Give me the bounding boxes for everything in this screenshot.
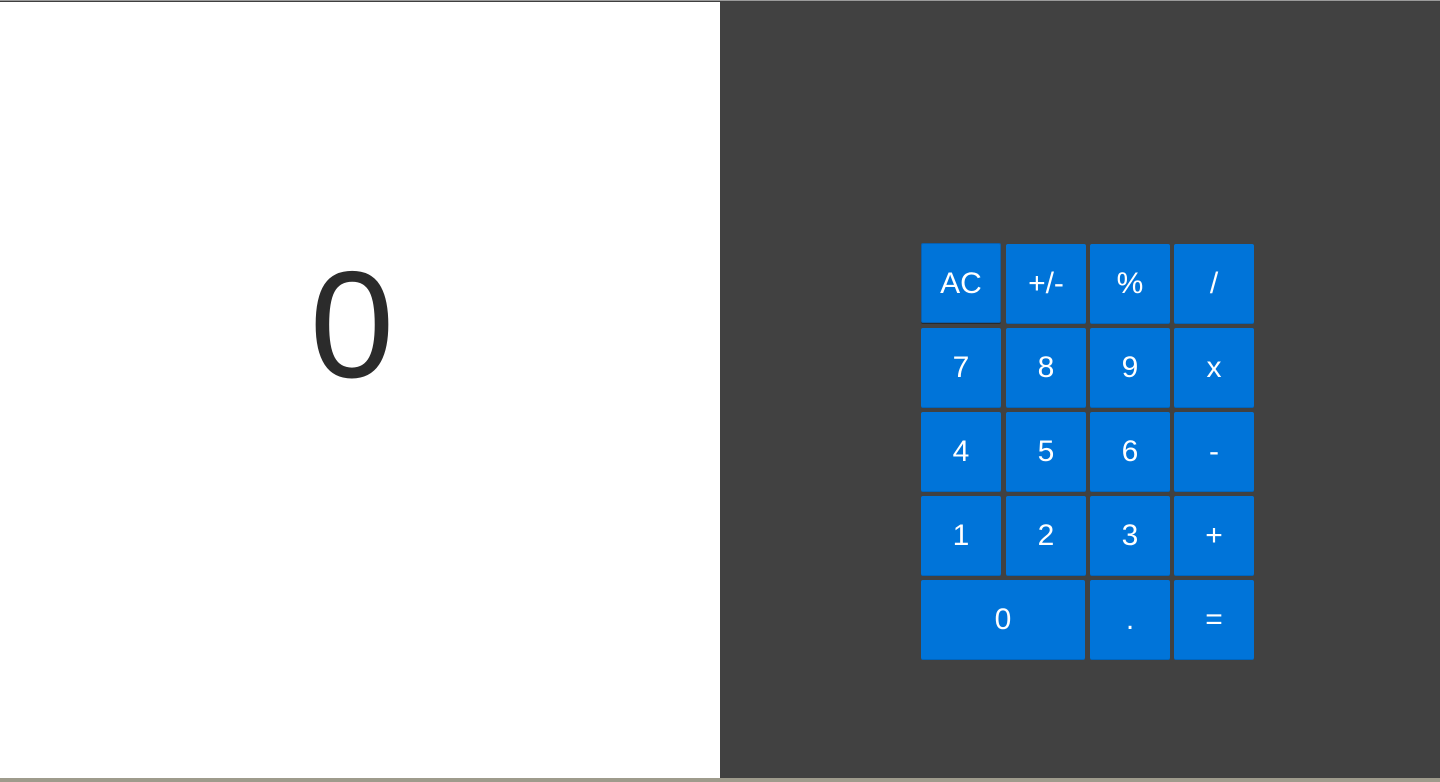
percent-button[interactable]: % (1090, 244, 1170, 324)
equals-button[interactable]: = (1174, 580, 1254, 660)
divide-button[interactable]: / (1174, 244, 1254, 324)
digit-3-button[interactable]: 3 (1090, 496, 1170, 576)
digit-0-button[interactable]: 0 (921, 580, 1085, 660)
decimal-button[interactable]: . (1090, 580, 1170, 660)
display-value: 0 (309, 240, 395, 410)
digit-6-button[interactable]: 6 (1090, 412, 1170, 492)
subtract-button[interactable]: - (1174, 412, 1254, 492)
keypad: AC +/- % / 7 8 9 x 4 5 6 - 1 2 3 + 0 . = (921, 243, 1255, 661)
digit-4-button[interactable]: 4 (921, 412, 1001, 492)
multiply-button[interactable]: x (1174, 328, 1254, 408)
calculator-app: 0 AC +/- % / 7 8 9 x 4 5 6 - 1 2 3 + 0 . (0, 0, 1440, 782)
digit-5-button[interactable]: 5 (1006, 412, 1086, 492)
digit-7-button[interactable]: 7 (921, 328, 1001, 408)
digit-2-button[interactable]: 2 (1006, 496, 1086, 576)
digit-8-button[interactable]: 8 (1006, 328, 1086, 408)
digit-1-button[interactable]: 1 (921, 496, 1001, 576)
digit-9-button[interactable]: 9 (1090, 328, 1170, 408)
all-clear-button[interactable]: AC (921, 243, 1001, 323)
keypad-panel: AC +/- % / 7 8 9 x 4 5 6 - 1 2 3 + 0 . = (720, 2, 1440, 779)
add-button[interactable]: + (1174, 496, 1254, 576)
display-panel: 0 (0, 2, 720, 779)
toggle-sign-button[interactable]: +/- (1006, 244, 1086, 324)
window-bottom-edge (0, 778, 1440, 782)
